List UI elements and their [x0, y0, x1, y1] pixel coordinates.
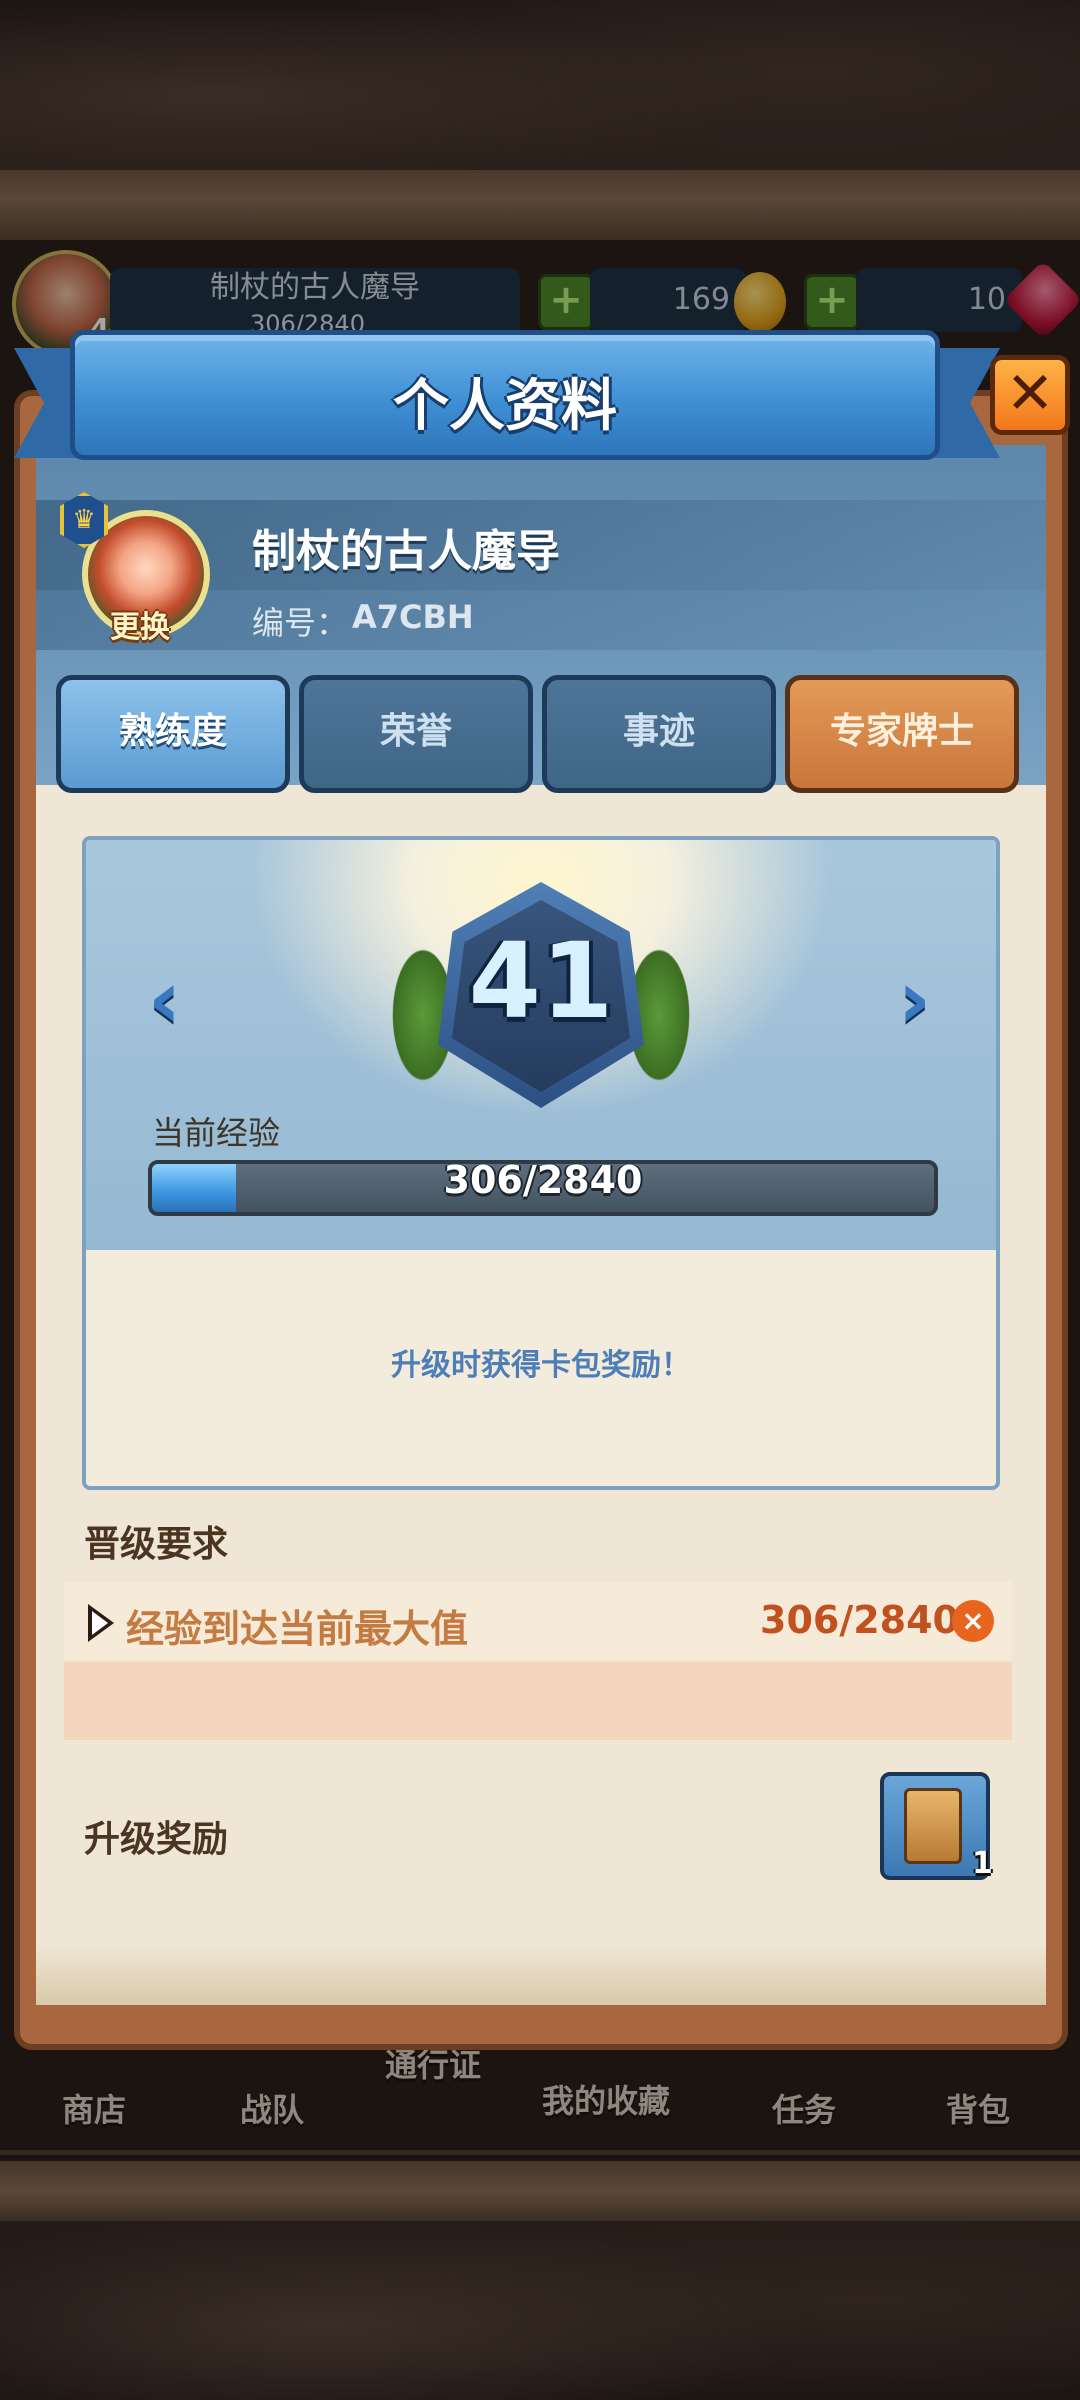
- tab-honor[interactable]: 荣誉: [299, 675, 533, 793]
- next-level-button[interactable]: ›: [898, 960, 942, 1040]
- tab-deeds[interactable]: 事迹: [542, 675, 776, 793]
- card-pack-art: [904, 1788, 962, 1864]
- player-name: 制杖的古人魔导: [252, 526, 560, 577]
- change-avatar-button[interactable]: 更换: [110, 602, 170, 646]
- requirements-title: 晋级要求: [84, 1524, 229, 1565]
- player-id-label: 编号：: [252, 604, 349, 642]
- avatar[interactable]: ♛ 更换: [60, 492, 230, 652]
- dialog-title: 个人资料: [393, 374, 617, 439]
- reward-title: 升级奖励: [84, 1819, 229, 1860]
- requirement-value: 306/2840: [760, 1598, 959, 1642]
- title-banner: 个人资料: [70, 330, 940, 460]
- close-icon: ✕: [1005, 359, 1055, 427]
- prev-level-button[interactable]: ‹: [148, 960, 192, 1040]
- exp-progress-text: 306/2840: [443, 1158, 643, 1202]
- requirement-strip: [64, 1662, 1012, 1740]
- incomplete-icon: ×: [952, 1600, 994, 1642]
- close-button[interactable]: ✕: [990, 355, 1070, 435]
- level-panel: ‹ › 41 当前经验 306/2840 升级时获得卡包奖励！: [82, 836, 1000, 1490]
- play-icon: [88, 1604, 114, 1642]
- level-display: ‹ › 41 当前经验 306/2840: [86, 840, 996, 1250]
- tab-proficiency[interactable]: 熟练度: [56, 675, 290, 793]
- reward-count: 1: [972, 1846, 993, 1881]
- player-id: A7CBH: [352, 598, 474, 636]
- reward-hint: 升级时获得卡包奖励！: [391, 1348, 691, 1383]
- parchment-edge: [36, 1945, 1046, 2005]
- exp-label: 当前经验: [152, 1114, 281, 1152]
- requirement-text: 经验到达当前最大值: [126, 1607, 469, 1651]
- level-number: 41: [468, 920, 614, 1042]
- tab-expert[interactable]: 专家牌士: [785, 675, 1019, 793]
